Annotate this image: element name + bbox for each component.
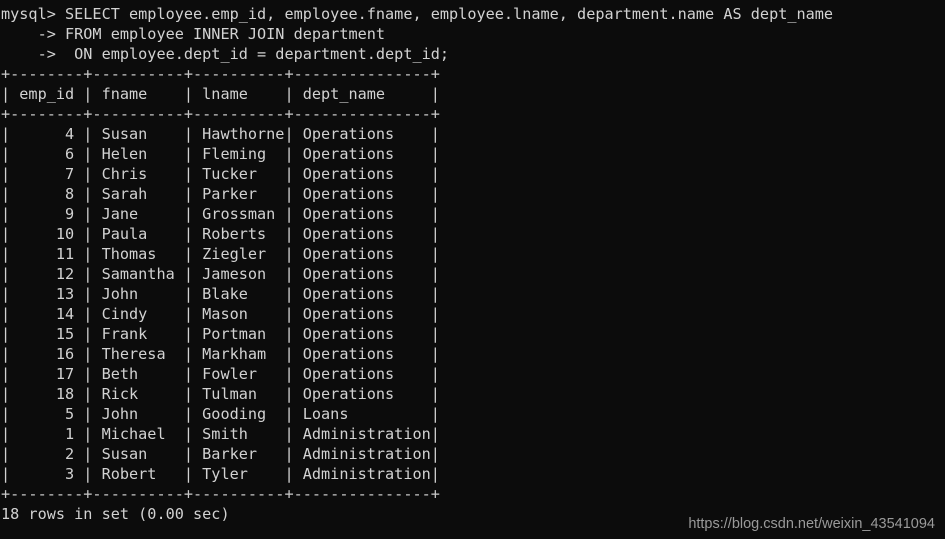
table-row: | 16 | Theresa | Markham | Operations | [1,345,440,363]
query-line-prompt: mysql> SELECT employee.emp_id, employee.… [1,5,834,23]
terminal-output: mysql> SELECT employee.emp_id, employee.… [0,4,945,524]
table-row: | 13 | John | Blake | Operations | [1,285,440,303]
terminal-window[interactable]: mysql> SELECT employee.emp_id, employee.… [0,0,945,539]
query-line-continuation: -> ON employee.dept_id = department.dept… [1,45,450,63]
table-row: | 5 | John | Gooding | Loans | [1,405,440,423]
table-row: | 6 | Helen | Fleming | Operations | [1,145,440,163]
table-row: | 4 | Susan | Hawthorne| Operations | [1,125,440,143]
table-row: | 8 | Sarah | Parker | Operations | [1,185,440,203]
table-header-row: | emp_id | fname | lname | dept_name | [1,85,440,103]
table-row: | 18 | Rick | Tulman | Operations | [1,385,440,403]
query-line-continuation: -> FROM employee INNER JOIN department [1,25,386,43]
table-row: | 1 | Michael | Smith | Administration| [1,425,440,443]
table-row: | 17 | Beth | Fowler | Operations | [1,365,440,383]
watermark-url: https://blog.csdn.net/weixin_43541094 [688,516,935,532]
table-row: | 7 | Chris | Tucker | Operations | [1,165,440,183]
table-row: | 14 | Cindy | Mason | Operations | [1,305,440,323]
table-row: | 9 | Jane | Grossman | Operations | [1,205,440,223]
table-row: | 15 | Frank | Portman | Operations | [1,325,440,343]
table-bottom-border: +--------+----------+----------+--------… [1,485,440,503]
table-row: | 3 | Robert | Tyler | Administration| [1,465,440,483]
table-row: | 10 | Paula | Roberts | Operations | [1,225,440,243]
table-row: | 11 | Thomas | Ziegler | Operations | [1,245,440,263]
table-row: | 2 | Susan | Barker | Administration| [1,445,440,463]
table-row: | 12 | Samantha | Jameson | Operations | [1,265,440,283]
table-top-border: +--------+----------+----------+--------… [1,65,440,83]
table-header-separator: +--------+----------+----------+--------… [1,105,440,123]
